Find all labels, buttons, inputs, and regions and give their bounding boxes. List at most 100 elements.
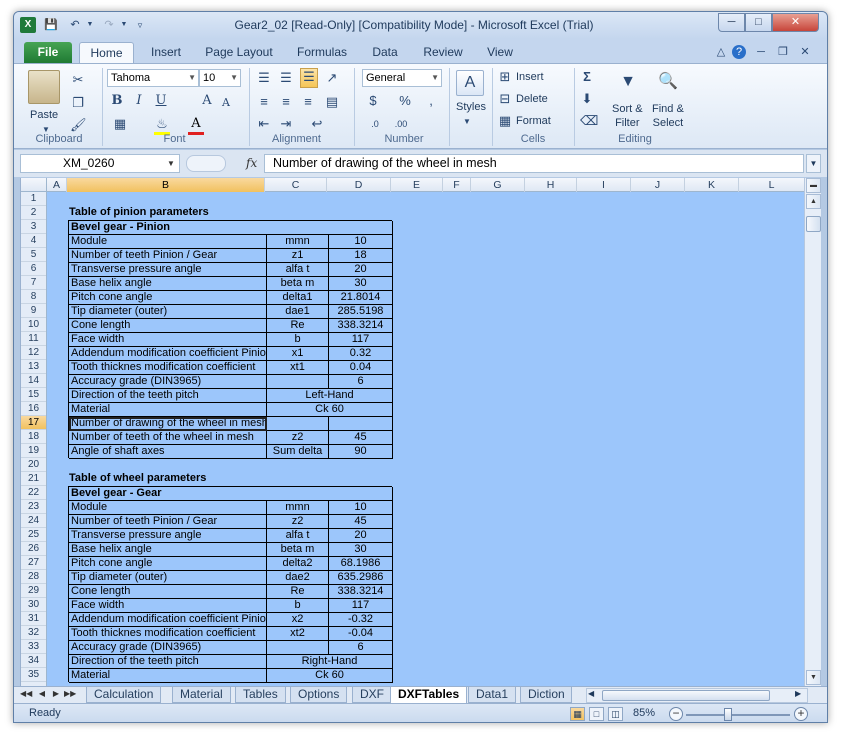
parameter-symbol-cell[interactable]: delta1 xyxy=(267,291,329,305)
parameter-value-cell[interactable]: 21.8014 xyxy=(329,291,393,305)
parameter-name-cell[interactable]: Addendum modification coefficient Pinion xyxy=(69,613,267,627)
grow-font-icon[interactable]: A xyxy=(200,93,214,109)
parameter-symbol-cell[interactable] xyxy=(267,417,329,431)
find-select-button[interactable]: Find & Select xyxy=(652,102,684,130)
copy-icon[interactable]: ❐ xyxy=(70,95,86,111)
parameter-symbol-cell[interactable]: Re xyxy=(267,319,329,333)
parameter-value-cell[interactable]: 10 xyxy=(329,235,393,249)
sheet-tab-tables[interactable]: Tables xyxy=(235,687,286,703)
row-header[interactable]: 9 xyxy=(21,304,46,318)
tab-data[interactable]: Data xyxy=(364,42,406,63)
column-header-d[interactable]: D xyxy=(327,178,391,192)
scroll-right-icon[interactable]: ▶ xyxy=(795,689,801,698)
parameter-symbol-cell[interactable]: mmn xyxy=(267,235,329,249)
parameter-value-cell[interactable]: Left-Hand xyxy=(267,389,393,403)
parameter-symbol-cell[interactable]: b xyxy=(267,333,329,347)
parameter-name-cell[interactable]: Number of drawing of the wheel in mesh xyxy=(69,417,267,431)
row-header[interactable]: 12 xyxy=(21,346,46,360)
parameter-value-cell[interactable]: 285.5198 xyxy=(329,305,393,319)
gear-table-title[interactable]: Table of wheel parameters xyxy=(69,472,206,486)
horizontal-scroll-thumb[interactable] xyxy=(602,690,770,701)
zoom-slider[interactable] xyxy=(686,714,790,716)
parameter-value-cell[interactable]: 20 xyxy=(329,263,393,277)
scroll-left-icon[interactable]: ◀ xyxy=(588,689,594,698)
maximize-button[interactable]: □ xyxy=(745,13,772,32)
row-header[interactable]: 2 xyxy=(21,206,46,220)
parameter-symbol-cell[interactable]: Sum delta xyxy=(267,445,329,459)
align-top-icon[interactable]: ☰ xyxy=(256,70,272,86)
parameter-name-cell[interactable]: Pitch cone angle xyxy=(69,291,267,305)
row-header[interactable]: 19 xyxy=(21,444,46,458)
format-cells-button[interactable]: Format xyxy=(516,114,551,128)
styles-button[interactable]: Styles xyxy=(456,100,486,114)
parameter-value-cell[interactable]: 68.1986 xyxy=(329,557,393,571)
sheet-tab-calculation[interactable]: Calculation xyxy=(86,687,162,703)
tab-formulas[interactable]: Formulas xyxy=(289,42,355,63)
parameter-value-cell[interactable]: -0.32 xyxy=(329,613,393,627)
tab-home[interactable]: Home xyxy=(79,42,134,63)
next-sheet-icon[interactable]: ▶ xyxy=(50,689,62,698)
parameter-symbol-cell[interactable]: beta m xyxy=(267,277,329,291)
close-button[interactable]: ✕ xyxy=(772,13,819,32)
parameter-name-cell[interactable]: Base helix angle xyxy=(69,277,267,291)
parameter-symbol-cell[interactable]: mmn xyxy=(267,501,329,515)
format-cells-icon[interactable]: ▦ xyxy=(498,113,512,129)
parameter-symbol-cell[interactable]: beta m xyxy=(267,543,329,557)
page-layout-view-icon[interactable]: □ xyxy=(589,707,604,721)
row-header[interactable]: 21 xyxy=(21,472,46,486)
parameter-name-cell[interactable]: Face width xyxy=(69,599,267,613)
parameter-value-cell[interactable]: 45 xyxy=(329,515,393,529)
row-header[interactable]: 29 xyxy=(21,584,46,598)
parameter-symbol-cell[interactable]: z2 xyxy=(267,515,329,529)
sheet-tab-material[interactable]: Material xyxy=(172,687,231,703)
tab-insert[interactable]: Insert xyxy=(142,42,190,63)
parameter-value-cell[interactable]: 0.04 xyxy=(329,361,393,375)
pinion-table-header[interactable]: Bevel gear - Pinion xyxy=(69,221,393,235)
row-header[interactable]: 23 xyxy=(21,500,46,514)
parameter-symbol-cell[interactable]: dae1 xyxy=(267,305,329,319)
parameter-value-cell[interactable]: 338.3214 xyxy=(329,319,393,333)
gear-table-header[interactable]: Bevel gear - Gear xyxy=(69,487,393,501)
parameter-value-cell[interactable]: Right-Hand xyxy=(267,655,393,669)
parameter-name-cell[interactable]: Face width xyxy=(69,333,267,347)
increase-decimal-icon[interactable]: .0 xyxy=(366,116,384,132)
parameter-name-cell[interactable]: Tooth thicknes modification coefficient xyxy=(69,361,267,375)
row-header[interactable]: 30 xyxy=(21,598,46,612)
sheet-tab-data1[interactable]: Data1 xyxy=(468,687,517,703)
align-right-icon[interactable]: ≡ xyxy=(300,94,316,110)
formula-input[interactable]: Number of drawing of the wheel in mesh xyxy=(264,154,804,173)
row-header[interactable]: 6 xyxy=(21,262,46,276)
column-header-l[interactable]: L xyxy=(739,178,804,192)
name-box[interactable]: XM_0260 xyxy=(20,154,180,173)
parameter-value-cell[interactable]: 635.2986 xyxy=(329,571,393,585)
parameter-symbol-cell[interactable]: Re xyxy=(267,585,329,599)
parameter-name-cell[interactable]: Cone length xyxy=(69,319,267,333)
parameter-value-cell[interactable]: 45 xyxy=(329,431,393,445)
row-header[interactable]: 18 xyxy=(21,430,46,444)
row-header[interactable]: 5 xyxy=(21,248,46,262)
styles-dropdown-icon[interactable]: ▼ xyxy=(463,114,471,130)
parameter-symbol-cell[interactable]: b xyxy=(267,599,329,613)
row-header[interactable]: 3 xyxy=(21,220,46,234)
last-sheet-icon[interactable]: ▶▶ xyxy=(64,689,76,698)
parameter-symbol-cell[interactable]: z2 xyxy=(267,431,329,445)
row-header[interactable]: 28 xyxy=(21,570,46,584)
tab-page-layout[interactable]: Page Layout xyxy=(199,42,279,63)
parameter-name-cell[interactable]: Transverse pressure angle xyxy=(69,529,267,543)
percent-icon[interactable]: % xyxy=(398,93,412,109)
row-header[interactable]: 17 xyxy=(21,416,46,430)
parameter-symbol-cell[interactable]: xt2 xyxy=(267,627,329,641)
parameter-value-cell[interactable]: Ck 60 xyxy=(267,403,393,417)
column-header-a[interactable]: A xyxy=(47,178,67,192)
sheet-tab-diction[interactable]: Diction xyxy=(520,687,572,703)
parameter-name-cell[interactable]: Tooth thicknes modification coefficient xyxy=(69,627,267,641)
paste-button[interactable]: Paste xyxy=(30,108,58,122)
page-break-view-icon[interactable]: ◫ xyxy=(608,707,623,721)
align-left-icon[interactable]: ≡ xyxy=(256,94,272,110)
parameter-value-cell[interactable]: 6 xyxy=(329,375,393,389)
row-header[interactable]: 22 xyxy=(21,486,46,500)
merge-center-icon[interactable]: ▤ xyxy=(324,94,340,110)
parameter-value-cell[interactable]: 117 xyxy=(329,333,393,347)
italic-icon[interactable]: I xyxy=(132,93,146,109)
sort-filter-button[interactable]: Sort & Filter xyxy=(612,102,643,130)
